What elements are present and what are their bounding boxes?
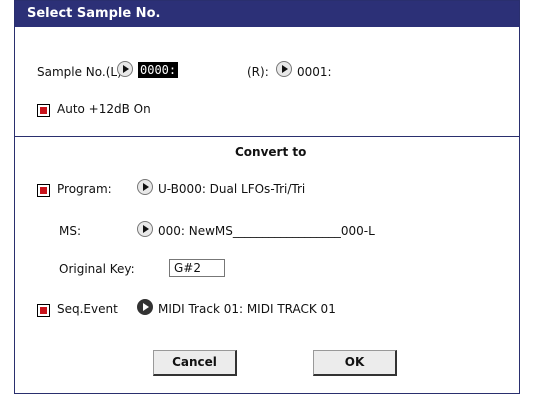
sample-left-arrow-icon[interactable] <box>117 61 133 77</box>
seq-event-arrow-icon[interactable] <box>137 299 153 315</box>
auto12db-checkbox[interactable] <box>37 103 50 117</box>
sample-right-arrow-icon[interactable] <box>276 61 292 77</box>
seq-event-label: Seq.Event <box>57 302 118 316</box>
ok-button[interactable]: OK <box>313 350 397 376</box>
ms-arrow-icon[interactable] <box>137 221 153 237</box>
seq-event-value[interactable]: MIDI Track 01: MIDI TRACK 01 <box>158 302 336 316</box>
convert-to-heading: Convert to <box>235 145 307 159</box>
dialog-titlebar: Select Sample No. <box>15 1 519 27</box>
section-divider <box>15 136 519 137</box>
ms-value[interactable]: 000: NewMS__________________000-L <box>158 224 375 238</box>
sample-left-value[interactable]: 0000: <box>138 62 179 78</box>
original-key-field[interactable]: G#2 <box>169 259 225 277</box>
dialog-title: Select Sample No. <box>27 6 161 21</box>
program-label: Program: <box>57 182 112 196</box>
sample-right-label: (R): <box>247 65 269 79</box>
select-sample-dialog: Select Sample No. Sample No.(L): 0000: (… <box>14 0 520 394</box>
sample-right-value[interactable]: 0001: <box>297 65 332 79</box>
auto12db-label: Auto +12dB On <box>57 102 151 116</box>
original-key-label: Original Key: <box>59 262 135 276</box>
ms-label: MS: <box>59 224 82 238</box>
sample-left-label: Sample No.(L): <box>37 65 126 79</box>
seq-event-checkbox[interactable] <box>37 303 50 317</box>
program-arrow-icon[interactable] <box>137 179 153 195</box>
program-checkbox[interactable] <box>37 183 50 197</box>
program-value[interactable]: U-B000: Dual LFOs-Tri/Tri <box>158 182 305 196</box>
cancel-button[interactable]: Cancel <box>153 350 237 376</box>
